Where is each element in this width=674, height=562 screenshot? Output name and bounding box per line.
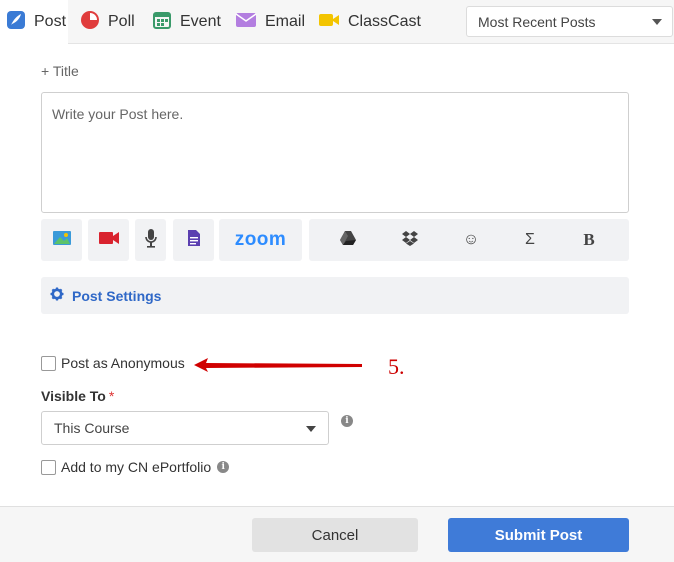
composer-toolbar: zoom ☺ Σ B	[41, 219, 629, 261]
sort-dropdown[interactable]: Most Recent Posts	[466, 6, 673, 37]
anonymous-checkbox[interactable]	[41, 355, 56, 371]
zoom-logo: zoom	[234, 229, 287, 250]
tab-post-label: Post	[34, 13, 67, 30]
post-body-placeholder: Write your Post here.	[52, 106, 184, 122]
sort-selected-value: Most Recent Posts	[478, 13, 596, 30]
google-drive-icon	[339, 230, 357, 251]
video-camera-icon	[318, 11, 340, 34]
eportfolio-option: Add to my CN ePortfolio i	[41, 459, 230, 475]
tab-event-label: Event	[180, 13, 221, 30]
info-icon[interactable]: i	[341, 415, 353, 427]
post-body-input[interactable]: Write your Post here.	[41, 92, 629, 213]
post-settings-toggle[interactable]: Post Settings	[41, 277, 629, 314]
document-icon	[187, 229, 201, 252]
tab-event[interactable]: Event	[152, 0, 221, 44]
tab-post[interactable]: Post	[0, 0, 68, 45]
image-icon	[52, 230, 72, 251]
emoji-button[interactable]: ☺	[451, 219, 491, 261]
annotation-arrow-icon	[194, 358, 362, 372]
record-audio-button[interactable]	[135, 219, 166, 261]
add-title-link[interactable]: + Title	[41, 63, 79, 79]
sigma-icon: Σ	[525, 231, 535, 248]
anonymous-option: Post as Anonymous	[41, 355, 185, 371]
smiley-icon: ☺	[462, 231, 480, 248]
tab-poll-label: Poll	[108, 13, 135, 30]
tab-email[interactable]: Email	[235, 0, 305, 44]
microphone-icon	[144, 228, 158, 253]
toolbar-extras-group: ☺ Σ B	[309, 219, 629, 261]
info-icon[interactable]: i	[217, 461, 230, 473]
tab-email-label: Email	[265, 13, 306, 30]
visible-to-dropdown[interactable]: This Course	[41, 411, 329, 445]
submit-post-button[interactable]: Submit Post	[448, 518, 629, 552]
video-camera-icon	[98, 231, 120, 250]
calendar-icon	[152, 10, 172, 35]
dropbox-button[interactable]	[390, 219, 430, 261]
chevron-down-icon	[652, 19, 662, 25]
dropbox-icon	[401, 230, 419, 251]
insert-video-button[interactable]	[88, 219, 129, 261]
visible-to-selected: This Course	[54, 420, 130, 436]
zoom-button[interactable]: zoom	[219, 219, 302, 261]
envelope-icon	[235, 11, 257, 34]
tab-classcast[interactable]: ClassCast	[318, 0, 421, 44]
visible-to-label: Visible To *	[41, 388, 114, 404]
post-settings-label: Post Settings	[72, 287, 162, 304]
bold-format-button[interactable]: B	[569, 219, 609, 261]
attach-document-button[interactable]	[173, 219, 214, 261]
eportfolio-checkbox[interactable]	[41, 459, 56, 475]
required-marker: *	[108, 388, 115, 404]
chevron-down-icon	[306, 426, 316, 432]
visible-to-text: Visible To	[41, 388, 106, 404]
form-footer: Cancel Submit Post	[0, 506, 674, 562]
equation-button[interactable]: Σ	[510, 219, 550, 261]
insert-image-button[interactable]	[41, 219, 82, 261]
feather-pen-icon	[6, 10, 26, 35]
eportfolio-label: Add to my CN ePortfolio	[61, 459, 212, 475]
anonymous-label: Post as Anonymous	[61, 355, 185, 371]
annotation-number: 5.	[388, 354, 405, 379]
pie-chart-icon	[80, 10, 100, 35]
tab-classcast-label: ClassCast	[348, 13, 421, 30]
tab-poll[interactable]: Poll	[80, 0, 135, 44]
cancel-button[interactable]: Cancel	[252, 518, 418, 552]
tab-bar: Post Poll Event Email ClassCast Most Rec…	[0, 0, 674, 45]
gear-icon	[50, 287, 64, 304]
bold-icon: B	[583, 230, 595, 249]
google-drive-button[interactable]	[328, 219, 368, 261]
